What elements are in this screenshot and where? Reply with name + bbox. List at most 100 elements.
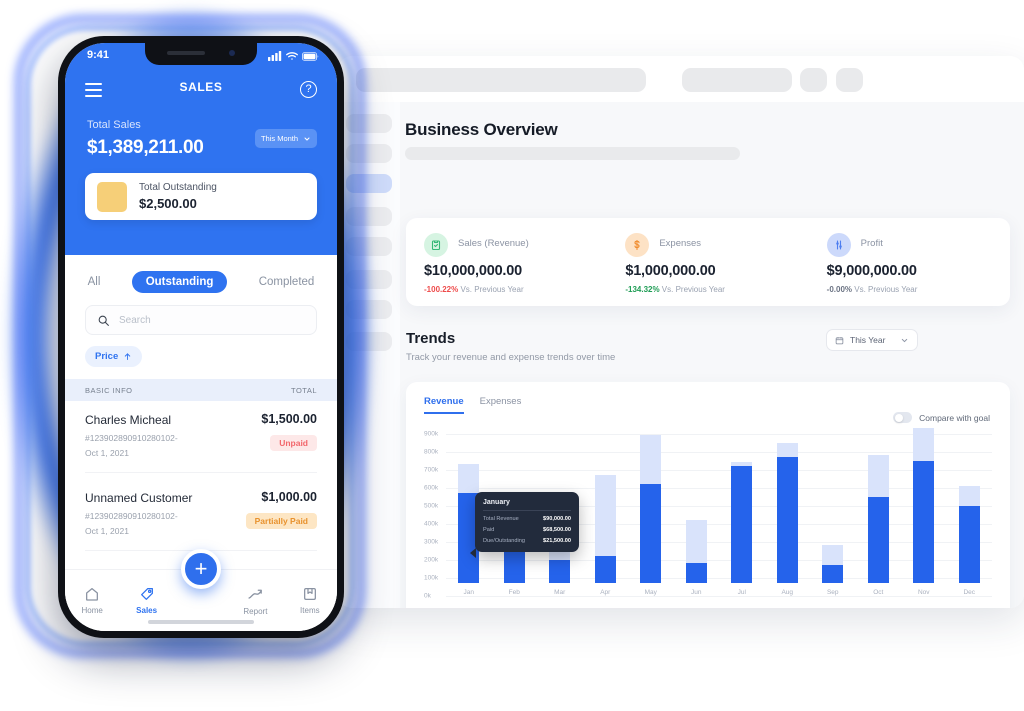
tooltip-title: January	[483, 499, 571, 511]
bar-segment-paid	[594, 556, 616, 583]
help-circle-icon[interactable]: ?	[300, 81, 317, 98]
y-axis-tick-label: 300k	[424, 538, 439, 546]
y-axis-tick-label: 600k	[424, 484, 439, 492]
y-axis-tick-label: 200k	[424, 556, 439, 564]
chart-bar-column[interactable]: Jun	[674, 434, 720, 596]
compare-with-goal-toggle[interactable]	[893, 412, 913, 423]
desktop-topbar	[338, 56, 1024, 102]
home-icon	[86, 588, 99, 601]
bar-segment-due	[958, 485, 980, 506]
add-button[interactable]: +	[181, 549, 221, 589]
chart-gridline	[446, 596, 992, 597]
trends-subtitle: Track your revenue and expense trends ov…	[406, 352, 616, 363]
invoice-id: #123902890910280102-	[85, 433, 178, 443]
bar-segment-due	[640, 435, 662, 484]
tab-revenue[interactable]: Revenue	[424, 396, 464, 414]
status-indicators	[268, 51, 319, 61]
list-item[interactable]: Unnamed Customer #123902890910280102- Oc…	[85, 481, 317, 551]
x-axis-tick-label: Sep	[826, 589, 839, 596]
topbar-search-placeholder[interactable]	[356, 68, 646, 92]
trend-up-icon	[248, 589, 262, 599]
search-icon	[98, 315, 109, 326]
x-axis-tick-label: Aug	[781, 589, 794, 596]
x-axis-tick-label: Oct	[873, 589, 884, 596]
year-picker-value: This Year	[850, 335, 886, 345]
chart-bar-column[interactable]: Sep	[810, 434, 856, 596]
outstanding-value: $2,500.00	[139, 196, 197, 211]
segment-outstanding[interactable]: Outstanding	[131, 271, 228, 293]
tooltip-value: $21,500.00	[543, 538, 571, 544]
page-title: Business Overview	[405, 120, 558, 139]
month-picker[interactable]: This Month	[255, 129, 317, 148]
stats-summary-card: Sales (Revenue) $10,000,000.00 -100.22% …	[406, 218, 1010, 306]
sort-price-chip[interactable]: Price	[85, 346, 143, 367]
total-sales-value: $1,389,211.00	[87, 137, 204, 158]
stat-delta: -134.32% Vs. Previous Year	[625, 285, 808, 294]
stat-value: $1,000,000.00	[625, 263, 716, 279]
y-axis-tick-label: 0k	[424, 592, 431, 600]
filter-segments: All Outstanding Completed	[65, 261, 337, 303]
chart-bar-column[interactable]: Jul	[719, 434, 765, 596]
chart-bar-column[interactable]: May	[628, 434, 674, 596]
bar-segment-due	[685, 520, 707, 564]
chart-bar-stack	[958, 434, 980, 583]
bar-segment-paid	[867, 496, 889, 583]
x-axis-tick-label: Mar	[554, 589, 566, 596]
compare-with-goal-row: Compare with goal	[893, 412, 990, 423]
list-item[interactable]: Charles Micheal #123902890910280102- Oct…	[85, 403, 317, 473]
x-axis-tick-label: Jul	[737, 589, 746, 596]
tooltip-row: Total Revenue $90,000.00	[483, 516, 571, 522]
tab-items[interactable]: Items	[283, 570, 337, 631]
compare-with-goal-label: Compare with goal	[919, 412, 990, 423]
topbar-icon-placeholder-1[interactable]	[800, 68, 827, 92]
desktop-dashboard-window: Business Overview Sales (Revenue) $10,00…	[338, 56, 1024, 608]
clipboard-check-icon	[424, 233, 448, 257]
total-outstanding-card[interactable]: Total Outstanding $2,500.00	[85, 173, 317, 220]
bar-segment-due	[913, 428, 935, 461]
tab-label: Items	[300, 606, 320, 615]
topbar-action-placeholder[interactable]	[682, 68, 792, 92]
battery-icon	[302, 52, 319, 61]
stat-delta-pct: -134.32%	[625, 285, 660, 294]
year-picker[interactable]: This Year	[826, 329, 918, 351]
chevron-down-icon	[304, 137, 310, 141]
chart-bar-column[interactable]: Nov	[901, 428, 947, 596]
wifi-icon	[286, 52, 298, 60]
search-input[interactable]: Search	[85, 305, 317, 335]
search-placeholder: Search	[119, 314, 151, 326]
chart-bar-column[interactable]: Dec	[947, 434, 993, 596]
tab-home[interactable]: Home	[65, 570, 119, 631]
x-axis-tick-label: May	[644, 589, 657, 596]
stat-delta-suffix: Vs. Previous Year	[659, 285, 725, 294]
chart-bar-column[interactable]: Aug	[765, 434, 811, 596]
segment-all[interactable]: All	[74, 271, 115, 293]
phone-title: SALES	[179, 80, 223, 94]
month-picker-value: This Month	[260, 134, 299, 143]
tooltip-value: $68,500.00	[543, 527, 571, 533]
topbar-icon-placeholder-2[interactable]	[836, 68, 863, 92]
segment-completed[interactable]: Completed	[245, 271, 329, 293]
stat-label: Expenses	[659, 238, 702, 249]
desktop-content: Business Overview Sales (Revenue) $10,00…	[338, 102, 1024, 608]
table-header-total: TOTAL	[291, 385, 317, 395]
tab-expenses[interactable]: Expenses	[480, 396, 522, 414]
arrow-up-icon	[125, 353, 131, 360]
list-table-header: BASIC INFO TOTAL	[65, 379, 337, 401]
stat-delta: -0.00% Vs. Previous Year	[827, 285, 1010, 294]
bar-segment-paid	[913, 460, 935, 583]
bar-segment-due	[822, 545, 844, 565]
chart-bar-column[interactable]: Apr	[583, 434, 629, 596]
chart-bar-stack	[913, 428, 935, 583]
speaker-grille	[167, 51, 205, 55]
screenshot-root: Business Overview Sales (Revenue) $10,00…	[0, 0, 1024, 711]
bar-segment-due	[594, 475, 616, 556]
tab-label: Sales	[136, 606, 158, 615]
stat-value: $10,000,000.00	[424, 263, 522, 279]
y-axis-tick-label: 700k	[424, 466, 439, 474]
phone-screen: 9:41 SALES ? Total Sales $1,389,211.00 T…	[65, 43, 337, 631]
hamburger-icon[interactable]	[85, 83, 102, 101]
home-indicator	[148, 620, 254, 624]
chart-bar-column[interactable]: Oct	[856, 434, 902, 596]
x-axis-tick-label: Apr	[600, 589, 611, 596]
chart-bar-stack	[640, 434, 662, 583]
